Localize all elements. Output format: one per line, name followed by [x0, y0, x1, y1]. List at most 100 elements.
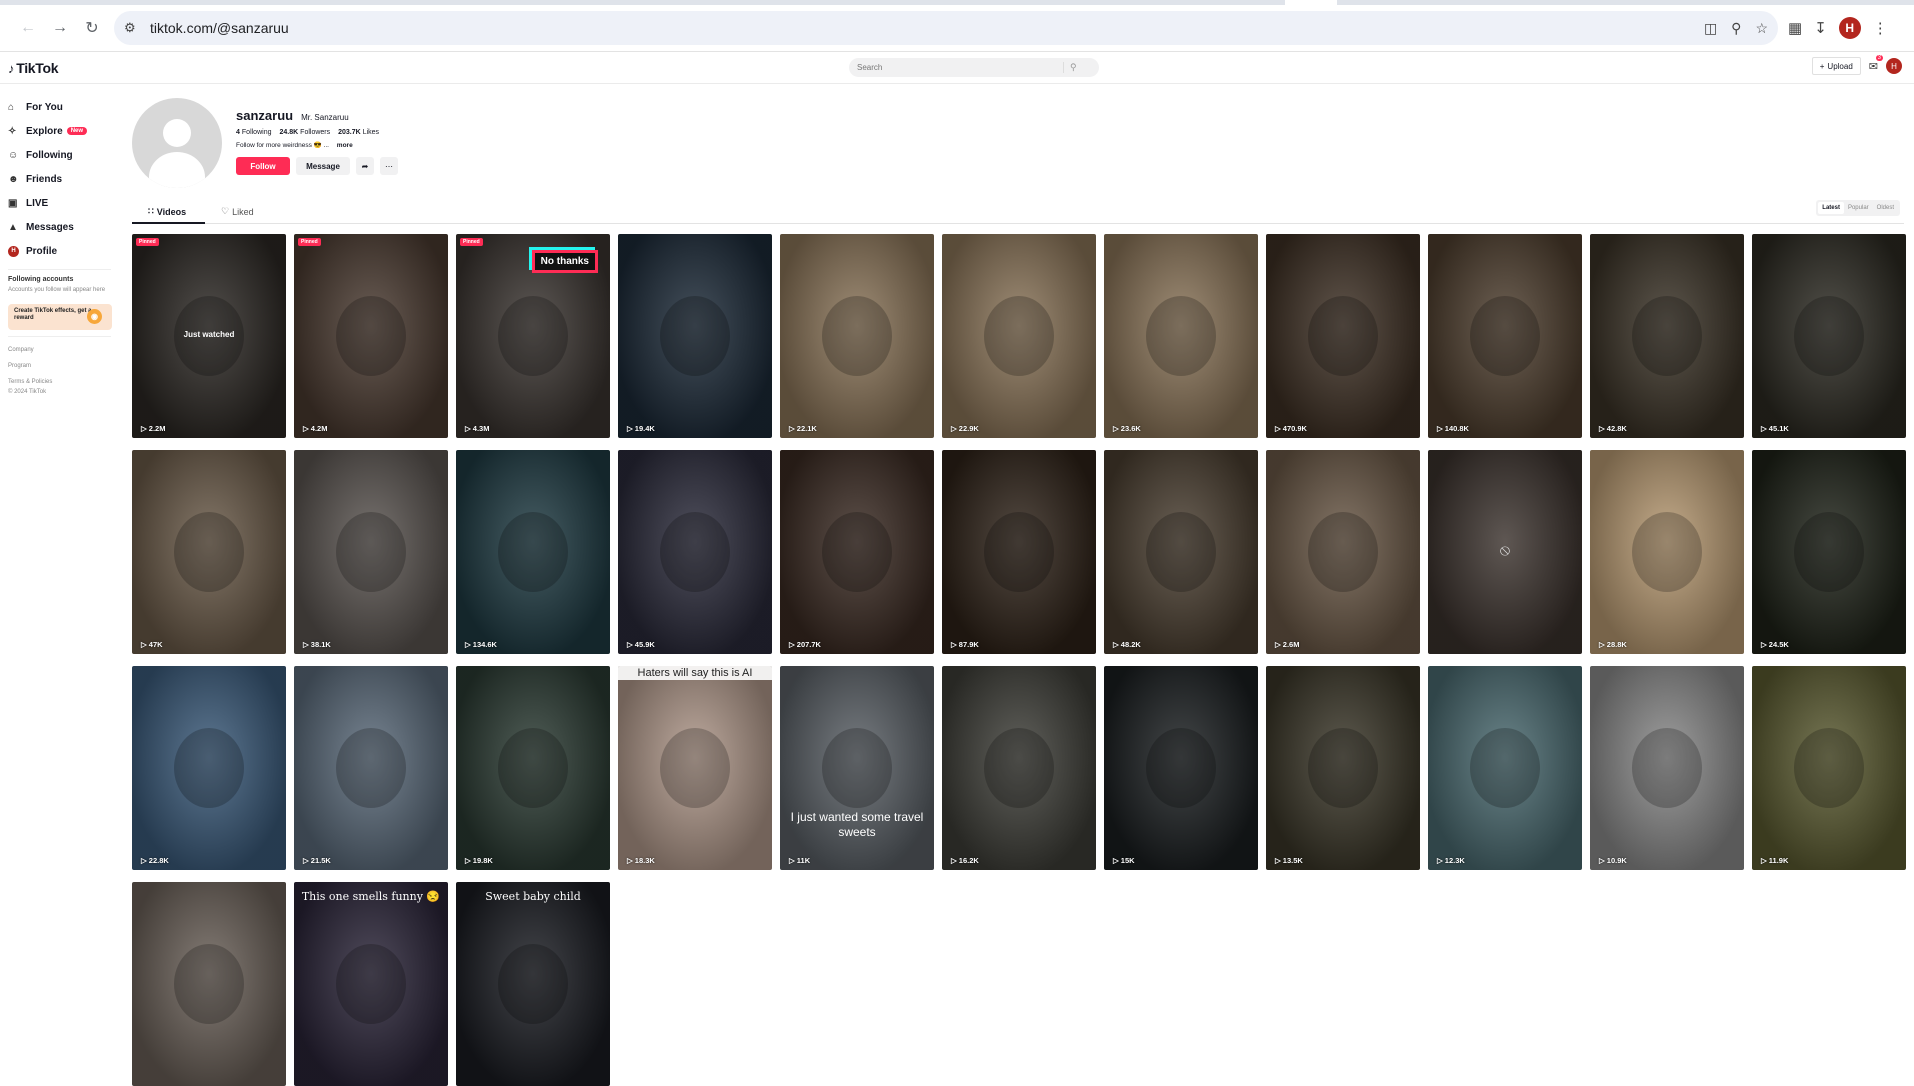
video-card[interactable]: Haters will say this is AI ▷ 18.3K — [618, 666, 772, 870]
downloads-icon[interactable]: ↧ — [1814, 19, 1827, 37]
reload-icon[interactable]: ↻ — [76, 12, 108, 44]
sidebar-item-for-you[interactable]: ⌂ For You — [8, 95, 118, 119]
search-input[interactable] — [857, 63, 1057, 72]
thumbnail-subject — [822, 512, 892, 592]
video-card[interactable]: Pinned Just watched ▷ 2.2M — [132, 234, 286, 438]
tab-liked[interactable]: ♡ Liked — [221, 206, 254, 217]
video-card[interactable]: ▷ 15K — [1104, 666, 1258, 870]
address-bar[interactable]: ⚙ tiktok.com/@sanzaruu ◫ ⚲ ☆ — [114, 11, 1778, 45]
thumbnail-subject — [336, 728, 406, 808]
video-card[interactable]: ▷ 2.6M — [1266, 450, 1420, 654]
view-count: ▷ 11K — [789, 856, 810, 865]
coin-icon: ◉ — [87, 309, 102, 324]
video-card[interactable]: ▷ 140.8K — [1428, 234, 1582, 438]
likes-stat: 203.7K Likes — [338, 129, 379, 136]
browser-profile-avatar[interactable]: H — [1838, 17, 1861, 39]
footer-link-terms[interactable]: Terms & Policies — [8, 379, 118, 385]
video-card[interactable]: ▷ 45.1K — [1752, 234, 1906, 438]
video-card[interactable]: ▷ 10.9K — [1590, 666, 1744, 870]
following-count: 4 — [236, 129, 240, 136]
video-card[interactable]: This one smells funny 😒 — [294, 882, 448, 1086]
video-card[interactable]: ▷ 28.8K — [1590, 450, 1744, 654]
sidebar-item-messages[interactable]: ▲ Messages — [8, 215, 118, 239]
message-button[interactable]: Message — [296, 157, 350, 175]
tab-liked-label: Liked — [232, 206, 254, 217]
play-icon: ▷ — [141, 856, 147, 865]
video-card[interactable]: ▷ 45.9K — [618, 450, 772, 654]
sort-oldest[interactable]: Oldest — [1873, 202, 1898, 214]
video-card[interactable]: ▷ 11.9K — [1752, 666, 1906, 870]
footer-link-company[interactable]: Company — [8, 347, 118, 353]
video-card[interactable]: ▷ 22.8K — [132, 666, 286, 870]
sidebar-item-explore[interactable]: ✧ Explore New — [8, 119, 118, 143]
url-text[interactable]: tiktok.com/@sanzaruu — [150, 20, 1704, 36]
sidebar-item-profile[interactable]: H Profile — [8, 239, 118, 263]
site-settings-icon[interactable]: ⚙ — [124, 20, 144, 36]
video-card[interactable]: ▷ 134.6K — [456, 450, 610, 654]
play-icon: ▷ — [789, 424, 795, 433]
upload-button[interactable]: + Upload — [1811, 57, 1861, 75]
view-count-text: 23.6K — [1120, 424, 1141, 433]
sidebar-item-label: Messages — [26, 221, 74, 233]
follow-button[interactable]: Follow — [236, 157, 290, 175]
tab-videos[interactable]: ∷ Videos — [148, 206, 186, 217]
thumbnail-subject — [498, 944, 568, 1024]
inbox-icon[interactable]: ✉ 3 — [1869, 54, 1883, 73]
share-icon[interactable]: ➦ — [356, 157, 374, 175]
video-card[interactable]: ▷ 47K — [132, 450, 286, 654]
video-card[interactable]: ▷ 23.6K — [1104, 234, 1258, 438]
grid-icon: ∷ — [148, 206, 154, 216]
sort-latest[interactable]: Latest — [1818, 202, 1844, 214]
video-card[interactable]: ▷ 13.5K — [1266, 666, 1420, 870]
bio-more-link[interactable]: more — [337, 142, 353, 149]
sidebar-item-friends[interactable]: ☻ Friends — [8, 167, 118, 191]
bookmark-star-icon[interactable]: ☆ — [1755, 20, 1768, 37]
play-icon: ▷ — [465, 856, 471, 865]
tiktok-logo-text: TikTok — [16, 60, 59, 76]
video-card[interactable]: ▷ 24.5K — [1752, 450, 1906, 654]
video-card[interactable]: ⦸ — [1428, 450, 1582, 654]
sort-popular[interactable]: Popular — [1844, 202, 1873, 214]
video-card[interactable]: Pinned ▷ 4.2M — [294, 234, 448, 438]
video-card[interactable]: Sweet baby child — [456, 882, 610, 1086]
video-card[interactable]: ▷ 470.9K — [1266, 234, 1420, 438]
sidebar-item-live[interactable]: ▣ LIVE — [8, 191, 118, 215]
view-count-text: 4.2M — [310, 424, 328, 433]
video-card[interactable]: ▷ 19.8K — [456, 666, 610, 870]
video-card[interactable]: ▷ 22.9K — [942, 234, 1096, 438]
play-icon: ▷ — [1437, 424, 1443, 433]
play-icon: ▷ — [1761, 424, 1767, 433]
view-count-text: 24.5K — [1768, 640, 1789, 649]
video-card[interactable]: ▷ 207.7K — [780, 450, 934, 654]
view-count: ▷ 22.8K — [141, 856, 169, 865]
forward-icon[interactable]: → — [44, 12, 76, 44]
video-card[interactable]: ▷ 16.2K — [942, 666, 1096, 870]
search-icon[interactable]: ⚲ — [1070, 62, 1077, 73]
video-card[interactable]: ▷ 12.3K — [1428, 666, 1582, 870]
install-app-icon[interactable]: ◫ — [1704, 20, 1717, 37]
browser-menu-icon[interactable]: ⋮ — [1873, 19, 1888, 37]
footer-link-program[interactable]: Program — [8, 363, 118, 369]
video-card[interactable]: ▷ 87.9K — [942, 450, 1096, 654]
video-card[interactable]: ▷ 38.1K — [294, 450, 448, 654]
back-icon[interactable]: ← — [12, 12, 44, 44]
video-card[interactable]: ▷ 22.1K — [780, 234, 934, 438]
video-card[interactable]: Pinned No thanks ▷ 4.3M — [456, 234, 610, 438]
sidebar-item-following[interactable]: ☺ Following — [8, 143, 118, 167]
zoom-icon[interactable]: ⚲ — [1731, 20, 1741, 37]
more-options-icon[interactable]: ⋯ — [380, 157, 398, 175]
video-card[interactable]: ▷ 19.4K — [618, 234, 772, 438]
video-card[interactable]: ▷ 42.8K — [1590, 234, 1744, 438]
tiktok-logo[interactable]: ♪ TikTok — [8, 60, 59, 76]
extensions-icon[interactable]: ▦ — [1788, 19, 1802, 37]
video-card[interactable]: ▷ 48.2K — [1104, 450, 1258, 654]
play-icon: ▷ — [1599, 640, 1605, 649]
video-card[interactable] — [132, 882, 286, 1086]
user-avatar[interactable]: H — [1886, 58, 1902, 74]
video-card[interactable]: ▷ 21.5K — [294, 666, 448, 870]
followers-stat[interactable]: 24.8K Followers — [279, 129, 330, 136]
effects-reward-banner[interactable]: Create TikTok effects, get a reward ◉ — [8, 304, 112, 330]
following-stat[interactable]: 4 Following — [236, 129, 271, 136]
browser-active-tab[interactable] — [1285, 0, 1337, 5]
video-card[interactable]: I just wanted some travel sweets ▷ 11K — [780, 666, 934, 870]
